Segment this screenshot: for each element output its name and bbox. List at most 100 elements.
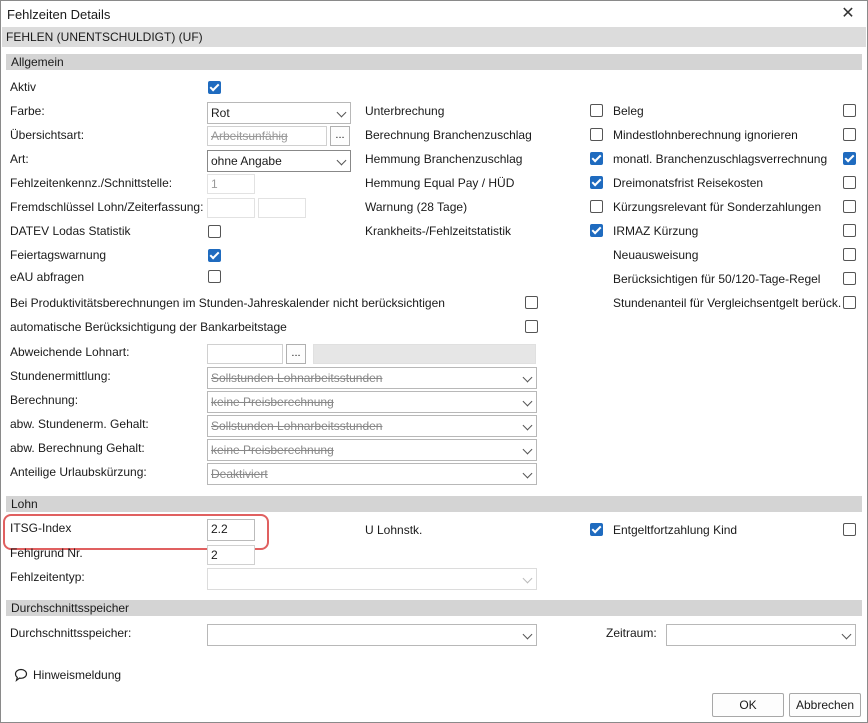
durchschnittsspeicher-label: Durchschnittsspeicher: xyxy=(10,626,132,640)
irmaz-checkbox[interactable] xyxy=(843,224,856,237)
hemmung-equal-pay-label: Hemmung Equal Pay / HÜD xyxy=(365,176,515,190)
monatl-branchenzuschlag-label: monatl. Branchenzuschlagsverrechnung xyxy=(613,152,828,166)
section-lohn-title: Lohn xyxy=(11,497,38,511)
itsg-label: ITSG-Index xyxy=(10,521,72,535)
datev-checkbox[interactable] xyxy=(208,225,221,238)
chevron-down-icon xyxy=(522,573,533,584)
krankheitsstatistik-label: Krankheits-/Fehlzeitstatistik xyxy=(365,224,512,238)
feiertag-label: Feiertagswarnung xyxy=(10,248,107,262)
fehlzeitenkennz-label: Fehlzeitenkennz./Schnittstelle: xyxy=(10,176,173,190)
berechnung-select[interactable]: keine Preisberechnung xyxy=(207,391,537,413)
dreimonatsfrist-label: Dreimonatsfrist Reisekosten xyxy=(613,176,764,190)
close-icon[interactable]: ✕ xyxy=(837,3,859,25)
mindestlohn-checkbox[interactable] xyxy=(843,128,856,141)
speech-bubble-icon xyxy=(14,668,28,682)
section-lohn: Lohn xyxy=(6,496,862,512)
berechnung-branchenzuschlag-label: Berechnung Branchenzuschlag xyxy=(365,128,532,142)
abw-stunden-gehalt-label: abw. Stundenerm. Gehalt: xyxy=(10,417,149,431)
chevron-down-icon xyxy=(522,420,533,431)
kuerzungsrelevant-checkbox[interactable] xyxy=(843,200,856,213)
urlaubskuerzung-label: Anteilige Urlaubskürzung: xyxy=(10,465,147,479)
title-bar: Fehlzeiten Details ✕ xyxy=(1,1,867,27)
abw-lohnart-browse-button[interactable]: ... xyxy=(286,344,306,364)
entgeltfortzahlung-checkbox[interactable] xyxy=(843,523,856,536)
hint-bar[interactable]: Hinweismeldung xyxy=(4,662,862,688)
fehlzeitentyp-select[interactable] xyxy=(207,568,537,590)
record-header: FEHLEN (UNENTSCHULDIGT) (UF) xyxy=(2,27,866,47)
section-durchschnitt: Durchschnittsspeicher xyxy=(6,600,862,616)
chevron-down-icon xyxy=(841,629,852,640)
entgeltfortzahlung-label: Entgeltfortzahlung Kind xyxy=(613,523,738,537)
fehlgrund-label: Fehlgrund Nr. xyxy=(10,546,83,560)
hint-label: Hinweismeldung xyxy=(33,668,122,682)
stundenanteil-label: Stundenanteil für Vergleichsentgelt berü… xyxy=(613,296,842,310)
neuausweisung-label: Neuausweisung xyxy=(613,248,699,262)
abw-lohnart-description xyxy=(313,344,536,364)
unterbrechung-label: Unterbrechung xyxy=(365,104,445,118)
eau-checkbox[interactable] xyxy=(208,270,221,283)
abw-berechnung-gehalt-label: abw. Berechnung Gehalt: xyxy=(10,441,145,455)
berechnung-branchenzuschlag-checkbox[interactable] xyxy=(590,128,603,141)
chevron-down-icon xyxy=(336,107,347,118)
chevron-down-icon xyxy=(522,372,533,383)
unterbrechung-checkbox[interactable] xyxy=(590,104,603,117)
chevron-down-icon xyxy=(336,155,347,166)
zeitraum-select[interactable] xyxy=(666,624,856,646)
section-allgemein: Allgemein xyxy=(6,54,862,70)
beleg-checkbox[interactable] xyxy=(843,104,856,117)
monatl-branchenzuschlag-checkbox[interactable] xyxy=(843,152,856,165)
chevron-down-icon xyxy=(522,468,533,479)
abw-lohnart-field[interactable] xyxy=(207,344,283,364)
uebersichtsart-browse-button[interactable]: ... xyxy=(330,126,350,146)
mindestlohn-label: Mindestlohnberechnung ignorieren xyxy=(613,128,798,142)
beleg-label: Beleg xyxy=(613,104,644,118)
irmaz-label: IRMAZ Kürzung xyxy=(613,224,699,238)
farbe-select[interactable]: Rot xyxy=(207,102,351,124)
tage-regel-checkbox[interactable] xyxy=(843,272,856,285)
krankheitsstatistik-checkbox[interactable] xyxy=(590,224,603,237)
eau-label: eAU abfragen xyxy=(10,270,85,284)
feiertag-checkbox[interactable] xyxy=(208,249,221,262)
u-lohnstk-checkbox[interactable] xyxy=(590,523,603,536)
uebersichtsart-label: Übersichtsart: xyxy=(10,128,85,142)
cancel-button[interactable]: Abbrechen xyxy=(789,693,861,717)
itsg-field[interactable]: 2.2 xyxy=(207,519,255,541)
chevron-down-icon xyxy=(522,444,533,455)
dreimonatsfrist-checkbox[interactable] xyxy=(843,176,856,189)
abw-stunden-gehalt-select[interactable]: Sollstunden Lohnarbeitsstunden xyxy=(207,415,537,437)
zeitraum-label: Zeitraum: xyxy=(606,626,657,640)
section-allgemein-title: Allgemein xyxy=(11,55,64,69)
chevron-down-icon xyxy=(522,396,533,407)
berechnung-label: Berechnung: xyxy=(10,393,79,407)
u-lohnstk-label: U Lohnstk. xyxy=(365,523,423,537)
bankarbeitstage-checkbox[interactable] xyxy=(525,320,538,333)
fehlgrund-field[interactable]: 2 xyxy=(207,545,255,565)
art-select[interactable]: ohne Angabe xyxy=(207,150,351,172)
durchschnittsspeicher-select[interactable] xyxy=(207,624,537,646)
fremdschluessel-zeiterfassung-field[interactable] xyxy=(258,198,306,218)
farbe-label: Farbe: xyxy=(10,104,45,118)
hemmung-equal-pay-checkbox[interactable] xyxy=(590,176,603,189)
uebersichtsart-field[interactable]: Arbeitsunfähig xyxy=(207,126,327,146)
aktiv-checkbox[interactable] xyxy=(208,81,221,94)
record-title: FEHLEN (UNENTSCHULDIGT) (UF) xyxy=(6,30,203,44)
fremdschluessel-lohn-field[interactable] xyxy=(207,198,255,218)
fehlzeitentyp-label: Fehlzeitentyp: xyxy=(10,570,85,584)
stundenermittlung-select[interactable]: Sollstunden Lohnarbeitsstunden xyxy=(207,367,537,389)
produktivitaet-checkbox[interactable] xyxy=(525,296,538,309)
tage-regel-label: Berücksichtigen für 50/120-Tage-Regel xyxy=(613,272,821,286)
bankarbeitstage-label: automatische Berücksichtigung der Bankar… xyxy=(10,320,287,334)
ok-button[interactable]: OK xyxy=(712,693,784,717)
urlaubskuerzung-select[interactable]: Deaktiviert xyxy=(207,463,537,485)
warnung-28-label: Warnung (28 Tage) xyxy=(365,200,468,214)
neuausweisung-checkbox[interactable] xyxy=(843,248,856,261)
stundenanteil-checkbox[interactable] xyxy=(843,296,856,309)
fehlzeitenkennz-field[interactable]: 1 xyxy=(207,174,255,194)
aktiv-label: Aktiv xyxy=(10,80,37,94)
stundenermittlung-label: Stundenermittlung: xyxy=(10,369,111,383)
abw-berechnung-gehalt-select[interactable]: keine Preisberechnung xyxy=(207,439,537,461)
kuerzungsrelevant-label: Kürzungsrelevant für Sonderzahlungen xyxy=(613,200,822,214)
hemmung-branchenzuschlag-checkbox[interactable] xyxy=(590,152,603,165)
produktivitaet-label: Bei Produktivitätsberechnungen im Stunde… xyxy=(10,296,445,310)
warnung-28-checkbox[interactable] xyxy=(590,200,603,213)
